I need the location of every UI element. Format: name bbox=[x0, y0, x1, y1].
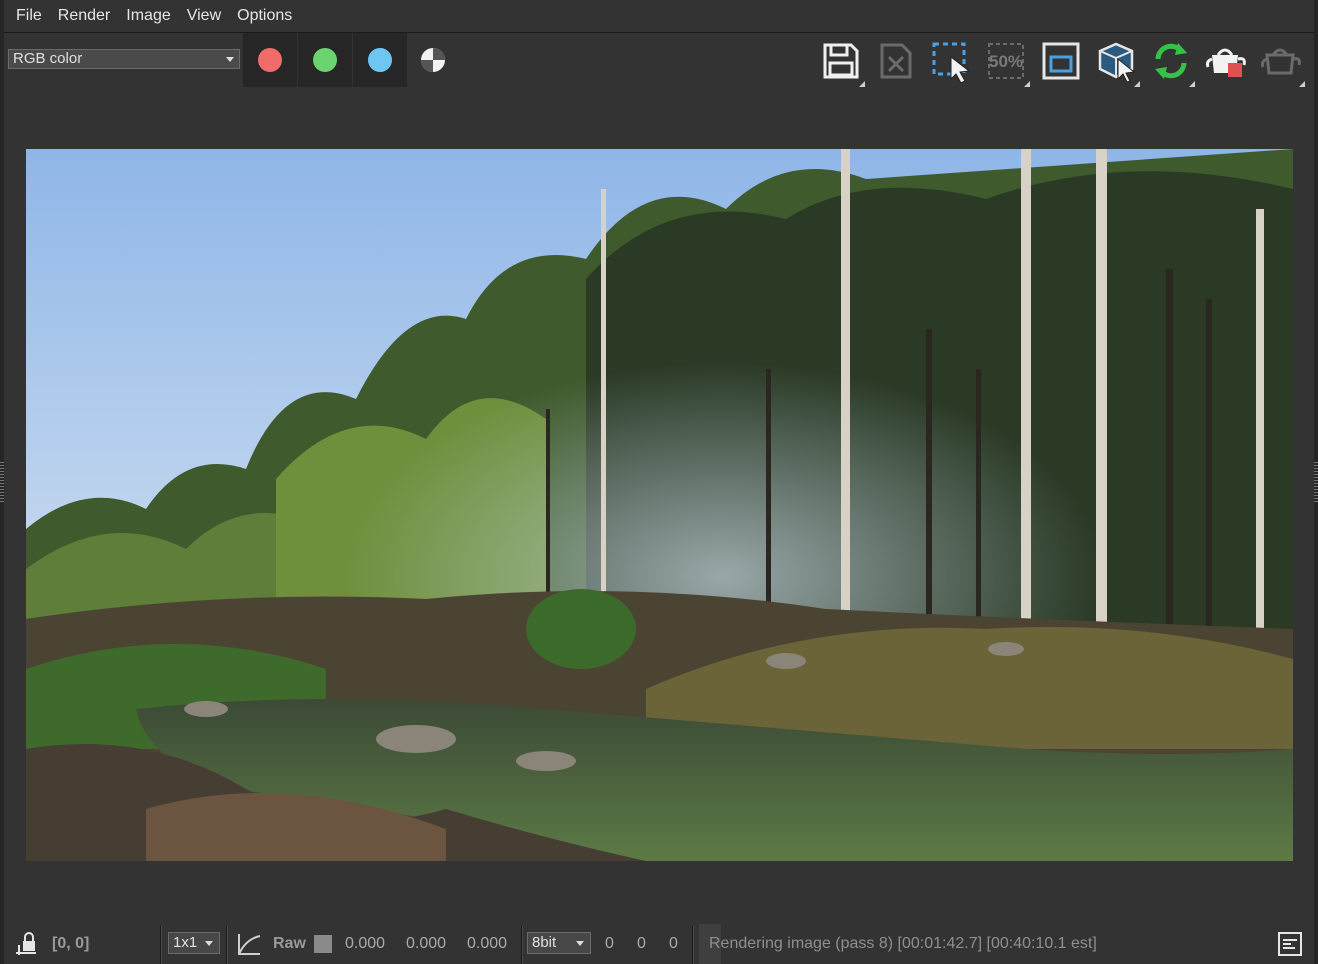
log-list-icon bbox=[1278, 932, 1302, 956]
divider bbox=[226, 926, 228, 964]
chevron-down-icon bbox=[226, 57, 234, 62]
green-channel-button[interactable] bbox=[298, 33, 352, 87]
chevron-down-icon bbox=[576, 941, 584, 946]
save-icon bbox=[823, 43, 859, 79]
divider bbox=[160, 926, 162, 964]
color-mode-label: Raw bbox=[273, 935, 306, 952]
clear-image-icon bbox=[880, 43, 912, 79]
channel-select-value: RGB color bbox=[13, 50, 83, 67]
menu-image[interactable]: Image bbox=[118, 7, 178, 25]
dropdown-corner-icon bbox=[1299, 81, 1305, 87]
float-value-b: 0.000 bbox=[467, 935, 508, 952]
swatch-box bbox=[314, 935, 332, 953]
pick-lock-button[interactable] bbox=[14, 924, 40, 964]
left-resize-grip[interactable] bbox=[0, 462, 4, 502]
monochrome-icon bbox=[421, 48, 445, 72]
channel-select[interactable]: RGB color bbox=[8, 49, 240, 69]
render-status-text: Rendering image (pass 8) [00:01:42.7] [0… bbox=[709, 935, 1097, 952]
menu-render[interactable]: Render bbox=[50, 7, 118, 25]
refresh-button[interactable] bbox=[1149, 39, 1195, 87]
chevron-down-icon bbox=[205, 941, 213, 946]
region-render-icon bbox=[932, 42, 971, 83]
float-value-g: 0.000 bbox=[406, 935, 447, 952]
lock-cursor-icon bbox=[16, 932, 36, 955]
render-region-cube-icon bbox=[1098, 42, 1136, 83]
bit-depth-select[interactable]: 8bit bbox=[527, 932, 591, 954]
curve-icon bbox=[238, 934, 261, 955]
float-value-r: 0.000 bbox=[345, 935, 386, 952]
zoom-50-button[interactable]: 50% bbox=[984, 39, 1030, 87]
render-viewport[interactable] bbox=[26, 149, 1293, 861]
dropdown-corner-icon bbox=[1189, 81, 1195, 87]
render-region-cube-button[interactable] bbox=[1094, 39, 1140, 87]
render-button[interactable] bbox=[1259, 39, 1305, 87]
region-render-button[interactable] bbox=[929, 39, 973, 83]
bit-depth-value: 8bit bbox=[532, 934, 557, 951]
stop-render-button[interactable] bbox=[1204, 39, 1248, 83]
curve-button[interactable] bbox=[236, 924, 262, 964]
green-dot-icon bbox=[313, 48, 337, 72]
sample-size-value: 1x1 bbox=[173, 934, 198, 951]
color-swatch bbox=[314, 924, 332, 964]
sample-size-select[interactable]: 1x1 bbox=[168, 932, 220, 954]
track-mouse-icon bbox=[1042, 42, 1080, 80]
right-resize-grip[interactable] bbox=[1314, 462, 1318, 502]
dropdown-corner-icon bbox=[1134, 81, 1140, 87]
int-value-g: 0 bbox=[637, 935, 646, 952]
save-button[interactable] bbox=[819, 39, 865, 87]
history-button[interactable] bbox=[1278, 924, 1302, 964]
monochrome-button[interactable] bbox=[420, 47, 446, 73]
red-channel-button[interactable] bbox=[243, 33, 297, 87]
blue-channel-button[interactable] bbox=[353, 33, 407, 87]
status-bar: [0, 0] 1x1 Raw 0.000 0.000 0.000 8bit 0 … bbox=[4, 924, 1314, 964]
menu-bar: File Render Image View Options bbox=[4, 0, 1314, 33]
zoom-label: 50% bbox=[989, 52, 1023, 71]
divider bbox=[692, 926, 694, 964]
refresh-icon bbox=[1155, 43, 1187, 79]
divider bbox=[521, 926, 523, 964]
menu-options[interactable]: Options bbox=[229, 7, 300, 25]
int-value-r: 0 bbox=[605, 935, 614, 952]
red-dot-icon bbox=[258, 48, 282, 72]
clear-image-button[interactable] bbox=[874, 39, 918, 83]
dropdown-corner-icon bbox=[1024, 81, 1030, 87]
pixel-coordinates: [0, 0] bbox=[52, 935, 90, 952]
int-value-b: 0 bbox=[669, 935, 678, 952]
menu-file[interactable]: File bbox=[8, 7, 50, 25]
rendered-forest-image bbox=[26, 149, 1293, 861]
menu-view[interactable]: View bbox=[179, 7, 229, 25]
track-mouse-button[interactable] bbox=[1039, 39, 1083, 83]
dropdown-corner-icon bbox=[859, 81, 865, 87]
zoom-50-icon: 50% bbox=[988, 43, 1024, 79]
toolbar: RGB color 50% bbox=[4, 33, 1314, 88]
stop-render-teapot-icon bbox=[1206, 48, 1246, 77]
render-teapot-icon bbox=[1261, 48, 1301, 75]
blue-dot-icon bbox=[368, 48, 392, 72]
